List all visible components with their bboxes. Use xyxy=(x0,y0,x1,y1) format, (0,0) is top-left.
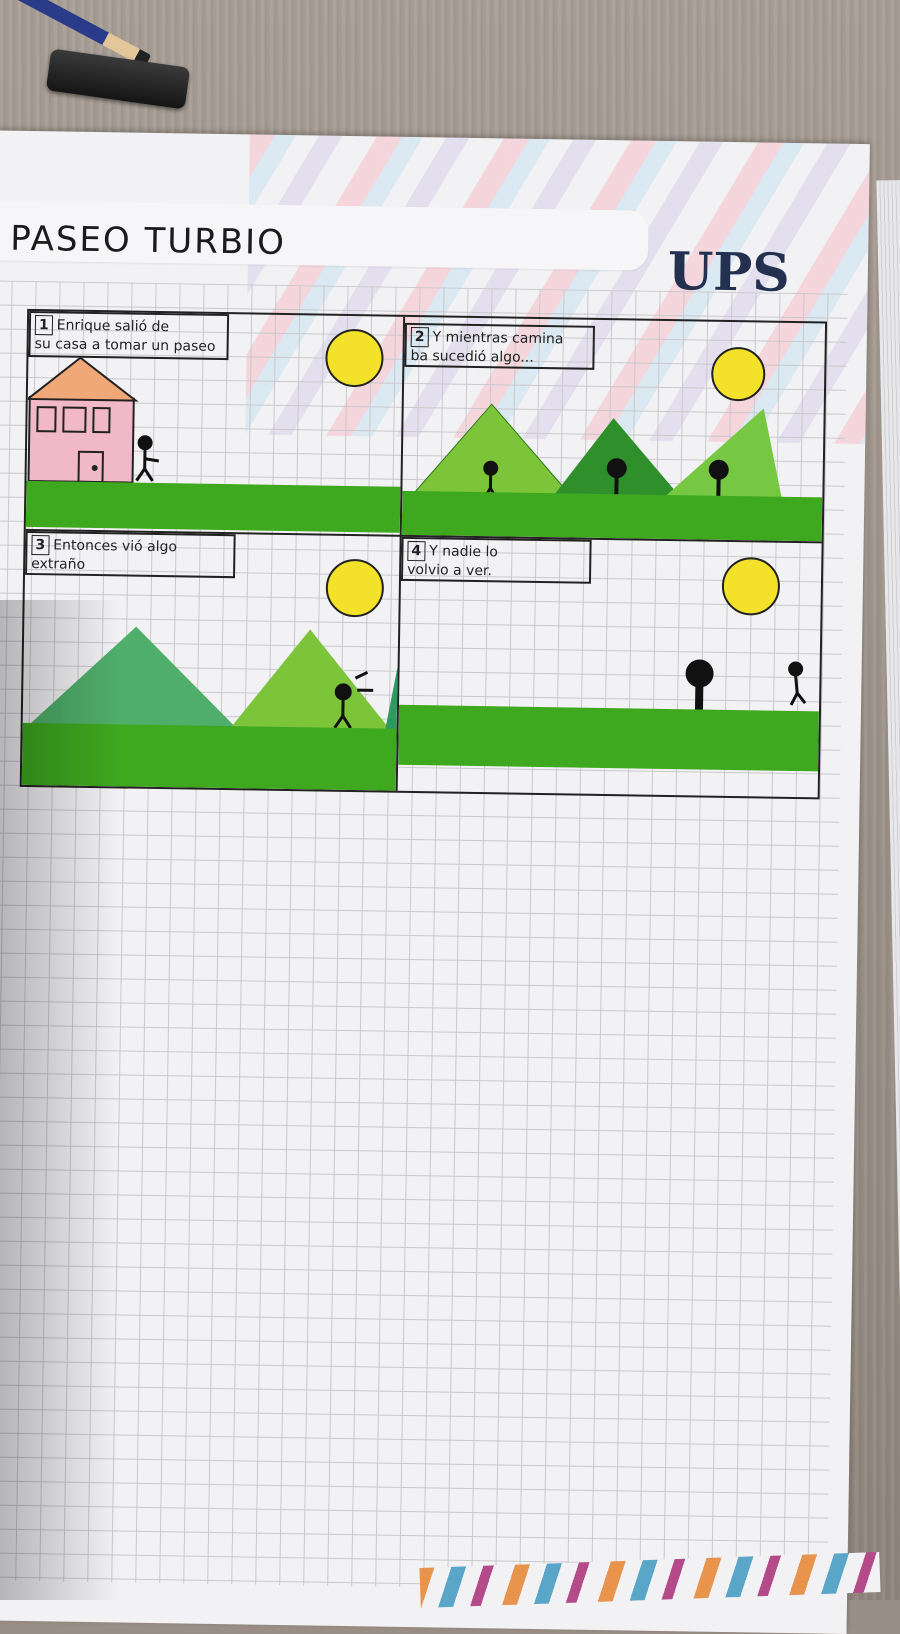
caption-text: Y nadie lo xyxy=(429,543,498,560)
caption-text: Y mientras camina xyxy=(432,329,563,347)
caption-number: 4 xyxy=(407,541,425,561)
caption-number: 3 xyxy=(31,535,49,555)
sun xyxy=(722,558,779,615)
caption-text: su casa a tomar un paseo xyxy=(35,336,216,355)
caption-number: 2 xyxy=(411,327,429,347)
caption-3: 3Entonces vió algo extraño xyxy=(25,531,236,578)
mountain xyxy=(662,407,783,501)
panel-1: 1Enrique salió de su casa a tomar un pas… xyxy=(26,311,403,535)
sun xyxy=(326,560,383,617)
panel-4: 4Y nadie lo volvio a ver. xyxy=(398,537,822,798)
house-roof xyxy=(28,357,137,401)
caption-1: 1Enrique salió de su casa a tomar un pas… xyxy=(28,311,229,360)
caption-4: 4Y nadie lo volvio a ver. xyxy=(401,537,592,584)
grass xyxy=(398,705,819,772)
caption-text: Entonces vió algo xyxy=(53,537,177,555)
mountain xyxy=(385,667,398,733)
caption-text: ba sucedió algo... xyxy=(410,348,533,366)
hand-shadow xyxy=(0,600,120,1600)
house xyxy=(28,397,133,483)
sun xyxy=(326,330,383,387)
caption-2: 2Y mientras camina ba sucedió algo... xyxy=(404,323,595,370)
sun xyxy=(712,348,765,401)
caption-text: volvio a ver. xyxy=(407,562,492,579)
notebook-page: PASEO TURBIO UPS xyxy=(0,130,870,1634)
mysterious-object xyxy=(685,659,714,709)
mountain xyxy=(412,403,573,498)
grass xyxy=(26,481,401,533)
panel-2: 2Y mientras camina ba sucedió algo... xyxy=(402,317,825,542)
caption-text: extraño xyxy=(31,556,85,573)
mountain xyxy=(229,628,395,733)
caption-number: 1 xyxy=(35,315,53,335)
comic-strip: 1Enrique salió de su casa a tomar un pas… xyxy=(20,309,827,800)
page-title: PASEO TURBIO xyxy=(10,219,286,263)
stick-figure xyxy=(137,437,160,481)
stick-figure-running xyxy=(789,663,806,705)
caption-text: Enrique salió de xyxy=(57,317,170,335)
grass xyxy=(402,491,823,542)
